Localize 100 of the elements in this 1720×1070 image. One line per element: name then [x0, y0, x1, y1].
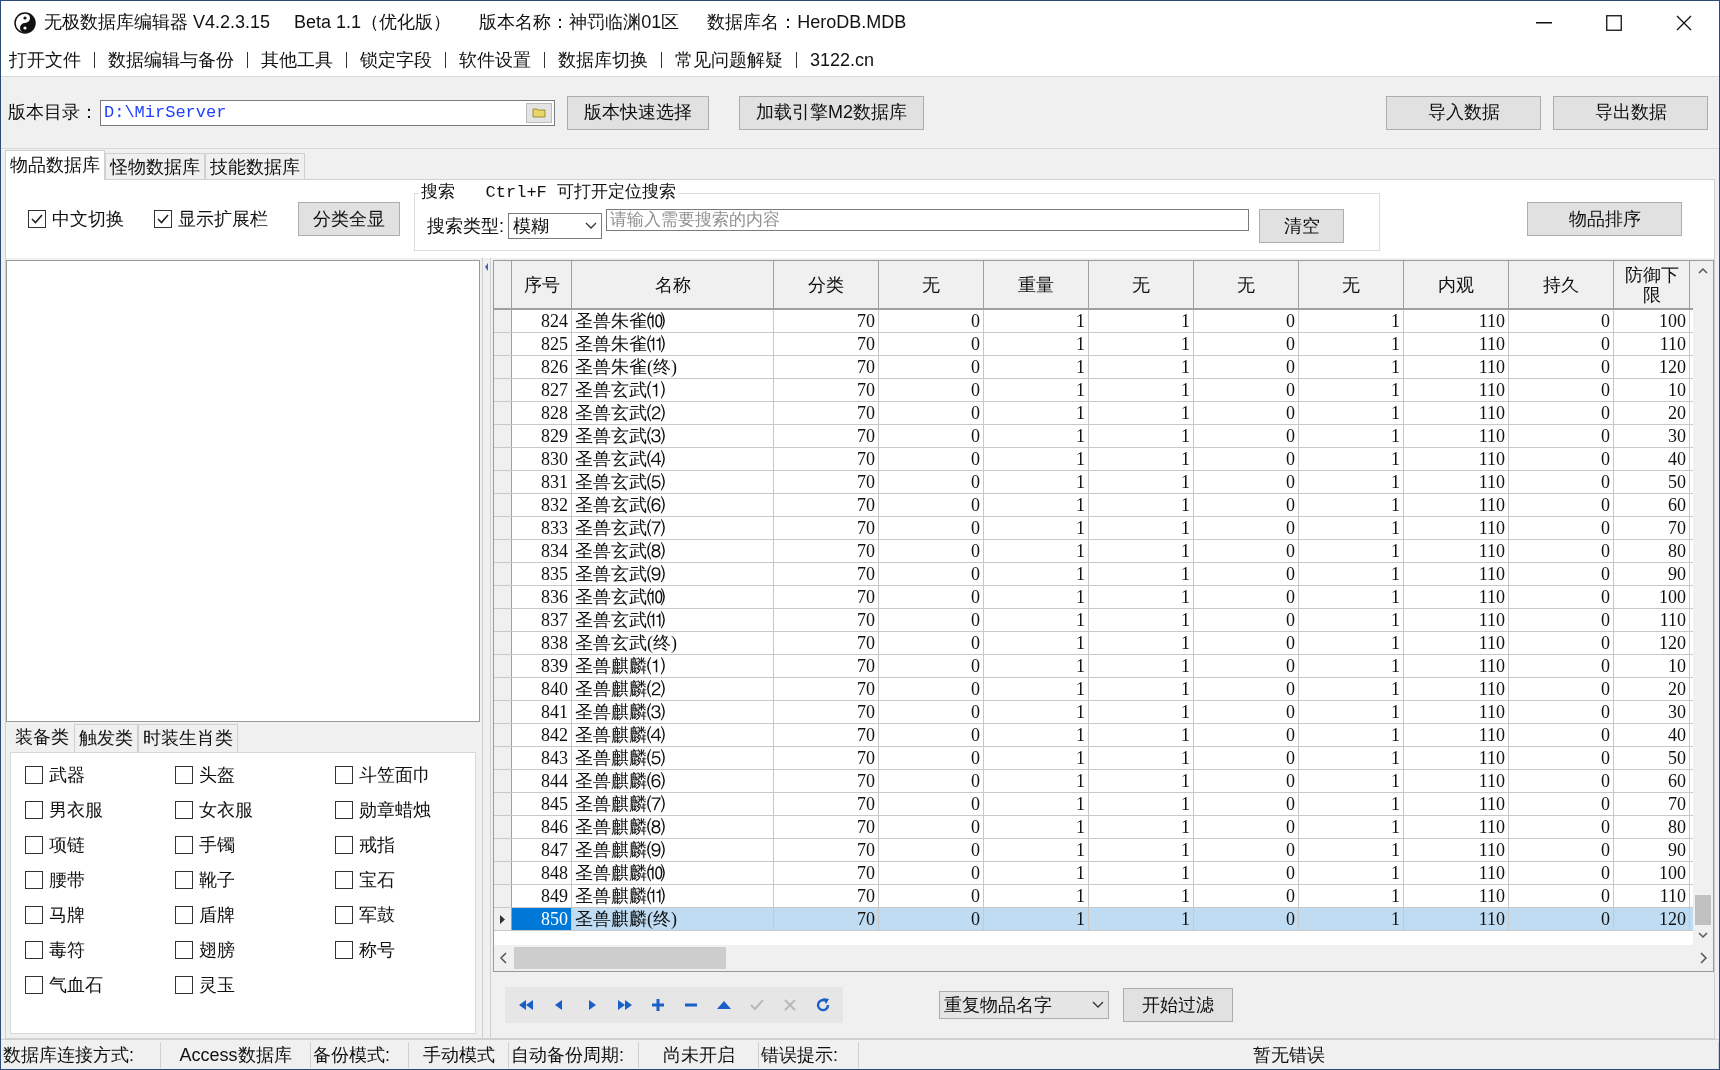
- checkbox[interactable]: [25, 836, 43, 854]
- menu-item[interactable]: 打开文件: [9, 46, 81, 74]
- table-row[interactable]: 841 圣兽麒麟⑶ 70 0 1 1 0 1 110 0 30: [494, 701, 1693, 724]
- column-header[interactable]: 持久: [1509, 261, 1614, 308]
- table-cell: 1: [1089, 908, 1194, 930]
- toolbar-button[interactable]: 导入数据: [1386, 95, 1541, 130]
- vertical-scrollbar[interactable]: [1693, 261, 1713, 945]
- table-row[interactable]: 846 圣兽麒麟⑻ 70 0 1 1 0 1 110 0 80: [494, 816, 1693, 839]
- table-row[interactable]: 847 圣兽麒麟⑼ 70 0 1 1 0 1 110 0 90: [494, 839, 1693, 862]
- menu-item[interactable]: 3122.cn: [810, 46, 875, 74]
- menu-item[interactable]: 数据编辑与备份: [108, 46, 234, 74]
- scrollbar-thumb[interactable]: [514, 947, 726, 969]
- table-cell: 110: [1404, 678, 1509, 700]
- menu-item[interactable]: 其他工具: [261, 46, 333, 74]
- table-row[interactable]: 850 圣兽麒麟(终) 70 0 1 1 0 1 110 0 120: [494, 908, 1693, 931]
- checkbox[interactable]: [335, 836, 353, 854]
- checkbox[interactable]: [175, 801, 193, 819]
- checkbox[interactable]: [335, 801, 353, 819]
- checkbox[interactable]: [335, 941, 353, 959]
- checkbox[interactable]: [25, 941, 43, 959]
- checkbox[interactable]: [28, 210, 46, 228]
- table-row[interactable]: 848 圣兽麒麟⑽ 70 0 1 1 0 1 110 0 100: [494, 862, 1693, 885]
- table-row[interactable]: 843 圣兽麒麟⑸ 70 0 1 1 0 1 110 0 50: [494, 747, 1693, 770]
- path-field[interactable]: D:\MirServer: [100, 99, 555, 126]
- sort-button[interactable]: 物品排序: [1527, 202, 1682, 236]
- tab[interactable]: 怪物数据库: [105, 153, 205, 179]
- table-row[interactable]: 829 圣兽玄武⑶ 70 0 1 1 0 1 110 0 30: [494, 425, 1693, 448]
- horizontal-scrollbar[interactable]: [494, 945, 1713, 971]
- clear-button[interactable]: 清空: [1259, 209, 1344, 243]
- checkbox[interactable]: [25, 906, 43, 924]
- checkbox[interactable]: [175, 836, 193, 854]
- show-all-button[interactable]: 分类全显: [298, 202, 400, 236]
- filter-dropdown[interactable]: 重复物品名字: [939, 991, 1109, 1019]
- table-row[interactable]: 839 圣兽麒麟⑴ 70 0 1 1 0 1 110 0 10: [494, 655, 1693, 678]
- table-cell: 0: [1509, 770, 1614, 792]
- menu-item[interactable]: 软件设置: [459, 46, 531, 74]
- toolbar-button[interactable]: 版本快速选择: [567, 95, 709, 130]
- filter-button[interactable]: 开始过滤: [1123, 988, 1233, 1022]
- column-header[interactable]: 无: [879, 261, 984, 308]
- checkbox[interactable]: [175, 941, 193, 959]
- checkbox[interactable]: [25, 976, 43, 994]
- row-header[interactable]: [494, 908, 512, 930]
- table-row[interactable]: 827 圣兽玄武⑴ 70 0 1 1 0 1 110 0 10: [494, 379, 1693, 402]
- table-row[interactable]: 838 圣兽玄武(终) 70 0 1 1 0 1 110 0 120: [494, 632, 1693, 655]
- column-header[interactable]: 名称: [572, 261, 774, 308]
- column-header[interactable]: 无: [1299, 261, 1404, 308]
- table-row[interactable]: 845 圣兽麒麟⑺ 70 0 1 1 0 1 110 0 70: [494, 793, 1693, 816]
- menu-item[interactable]: 数据库切换: [558, 46, 648, 74]
- table-cell: 1: [1299, 356, 1404, 378]
- search-type-dropdown[interactable]: 模糊: [508, 213, 602, 239]
- checkbox[interactable]: [175, 871, 193, 889]
- menu-item[interactable]: 锁定字段: [360, 46, 432, 74]
- checkbox[interactable]: [175, 766, 193, 784]
- checkbox[interactable]: [335, 906, 353, 924]
- checkbox[interactable]: [25, 801, 43, 819]
- table-row[interactable]: 830 圣兽玄武⑷ 70 0 1 1 0 1 110 0 40: [494, 448, 1693, 471]
- table-row[interactable]: 826 圣兽朱雀(终) 70 0 1 1 0 1 110 0 120: [494, 356, 1693, 379]
- toolbar-button[interactable]: 加载引擎M2数据库: [739, 95, 924, 130]
- checkbox[interactable]: [25, 766, 43, 784]
- column-header[interactable]: 重量: [984, 261, 1089, 308]
- toolbar-button[interactable]: 导出数据: [1553, 95, 1708, 130]
- table-cell: 1: [984, 356, 1089, 378]
- checkbox[interactable]: [175, 976, 193, 994]
- table-row[interactable]: 833 圣兽玄武⑺ 70 0 1 1 0 1 110 0 70: [494, 517, 1693, 540]
- table-cell: 1: [1089, 655, 1194, 677]
- table-row[interactable]: 831 圣兽玄武⑸ 70 0 1 1 0 1 110 0 50: [494, 471, 1693, 494]
- tab[interactable]: 技能数据库: [205, 153, 305, 179]
- table-cell: 1: [1089, 494, 1194, 516]
- checkbox[interactable]: [25, 871, 43, 889]
- column-header[interactable]: 无: [1089, 261, 1194, 308]
- column-header[interactable]: 内观: [1404, 261, 1509, 308]
- table-row[interactable]: 840 圣兽麒麟⑵ 70 0 1 1 0 1 110 0 20: [494, 678, 1693, 701]
- checkbox[interactable]: [154, 210, 172, 228]
- column-header[interactable]: 防御下限: [1614, 261, 1690, 308]
- column-header[interactable]: 分类: [774, 261, 879, 308]
- table-row[interactable]: 835 圣兽玄武⑼ 70 0 1 1 0 1 110 0 90: [494, 563, 1693, 586]
- table-row[interactable]: 825 圣兽朱雀⑾ 70 0 1 1 0 1 110 0 110: [494, 333, 1693, 356]
- table-row[interactable]: 834 圣兽玄武⑻ 70 0 1 1 0 1 110 0 80: [494, 540, 1693, 563]
- table-row[interactable]: 832 圣兽玄武⑹ 70 0 1 1 0 1 110 0 60: [494, 494, 1693, 517]
- checkbox[interactable]: [335, 871, 353, 889]
- menu-item[interactable]: 常见问题解疑: [675, 46, 783, 74]
- splitter-handle[interactable]: [482, 258, 491, 1038]
- tab[interactable]: 物品数据库: [5, 150, 105, 180]
- table-row[interactable]: 844 圣兽麒麟⑹ 70 0 1 1 0 1 110 0 60: [494, 770, 1693, 793]
- tab[interactable]: 触发类: [74, 724, 138, 752]
- table-row[interactable]: 828 圣兽玄武⑵ 70 0 1 1 0 1 110 0 20: [494, 402, 1693, 425]
- checkbox[interactable]: [175, 906, 193, 924]
- table-row[interactable]: 842 圣兽麒麟⑷ 70 0 1 1 0 1 110 0 40: [494, 724, 1693, 747]
- column-header[interactable]: 无: [1194, 261, 1299, 308]
- search-field[interactable]: 请输入需要搜索的内容: [606, 209, 1249, 231]
- table-row[interactable]: 836 圣兽玄武⑽ 70 0 1 1 0 1 110 0 100: [494, 586, 1693, 609]
- table-cell: 0: [1194, 310, 1299, 332]
- folder-icon[interactable]: [526, 102, 552, 123]
- tab[interactable]: 时装生肖类: [138, 724, 238, 752]
- table-row[interactable]: 837 圣兽玄武⑾ 70 0 1 1 0 1 110 0 110: [494, 609, 1693, 632]
- table-row[interactable]: 824 圣兽朱雀⑽ 70 0 1 1 0 1 110 0 100: [494, 310, 1693, 333]
- checkbox[interactable]: [335, 766, 353, 784]
- scrollbar-thumb[interactable]: [1695, 895, 1711, 925]
- column-header[interactable]: 序号: [512, 261, 572, 308]
- table-cell: 835: [512, 563, 572, 585]
